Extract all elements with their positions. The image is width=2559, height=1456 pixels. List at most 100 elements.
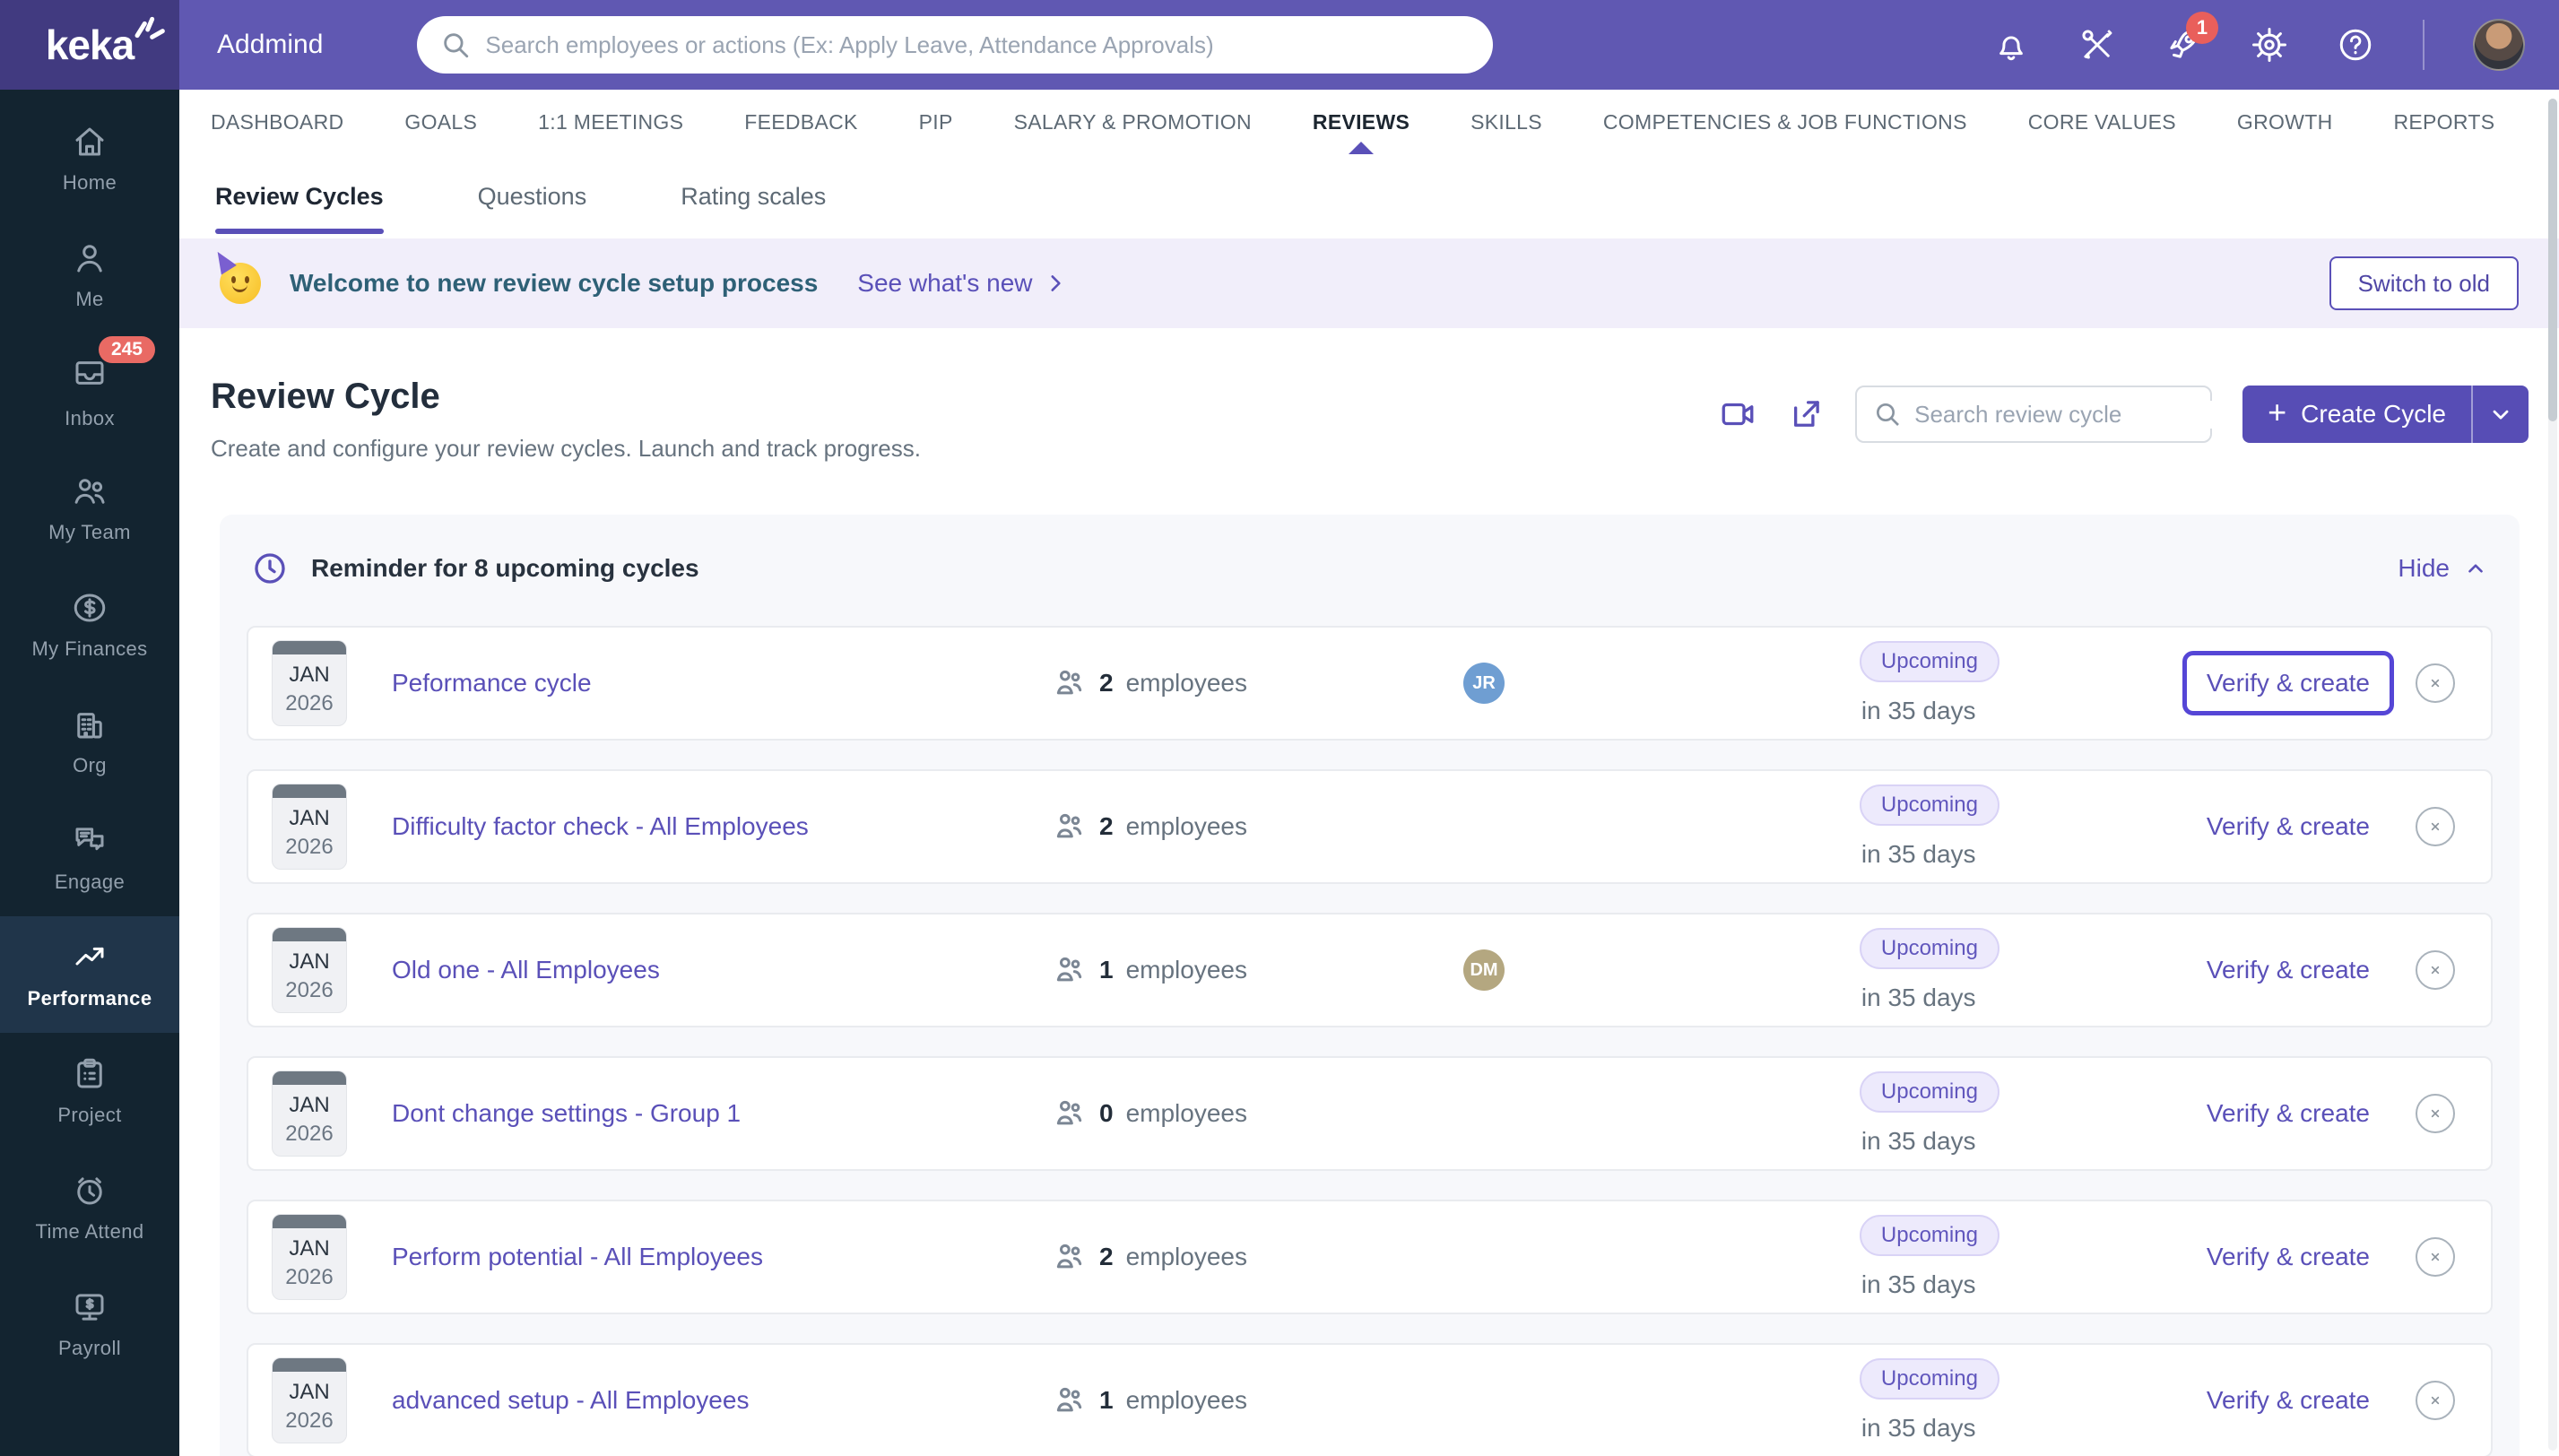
- tab-pip[interactable]: PIP: [889, 90, 984, 154]
- verify-create-link[interactable]: Verify & create: [2207, 1099, 2370, 1127]
- tab-1-1-meetings[interactable]: 1:1 MEETINGS: [507, 90, 714, 154]
- cycle-month: JAN: [289, 1093, 329, 1118]
- help-button[interactable]: [2337, 26, 2374, 64]
- see-whats-new-link[interactable]: See what's new: [857, 269, 1066, 298]
- close-icon: [2426, 1105, 2444, 1122]
- org-icon: [71, 706, 108, 743]
- verify-create-link[interactable]: Verify & create: [2207, 812, 2370, 840]
- date-chip-bar: [273, 1358, 346, 1372]
- keka-logo[interactable]: keka: [0, 0, 179, 90]
- review-cycle-search[interactable]: [1855, 386, 2212, 443]
- user-avatar[interactable]: [2473, 19, 2525, 71]
- notifications-button[interactable]: [1992, 26, 2030, 64]
- verify-create-button[interactable]: Verify & create: [2182, 938, 2394, 1002]
- sidebar-item-org[interactable]: Org: [0, 683, 179, 800]
- user-icon: [71, 239, 108, 277]
- create-cycle-dropdown-button[interactable]: [2471, 386, 2529, 443]
- subtab-review-cycles[interactable]: Review Cycles: [215, 179, 384, 214]
- sidebar-item-engage[interactable]: Engage: [0, 800, 179, 916]
- cycle-month: JAN: [289, 1236, 329, 1261]
- dismiss-cycle-button[interactable]: [2416, 1237, 2455, 1277]
- tab-growth[interactable]: GROWTH: [2207, 90, 2364, 154]
- cycle-avatar[interactable]: JR: [1463, 663, 1505, 704]
- chevron-down-icon: [2488, 402, 2513, 427]
- dismiss-cycle-button[interactable]: [2416, 950, 2455, 990]
- employee-count-value: 2: [1099, 1243, 1114, 1271]
- verify-create-link[interactable]: Verify & create: [2207, 956, 2370, 984]
- cycle-title-link[interactable]: Dont change settings - Group 1: [392, 1099, 741, 1127]
- video-tutorial-icon[interactable]: [1719, 395, 1757, 433]
- verify-create-button[interactable]: Verify & create: [2182, 1368, 2394, 1433]
- settings-button[interactable]: [2251, 26, 2288, 64]
- tab-skills[interactable]: SKILLS: [1440, 90, 1573, 154]
- cycle-title-link[interactable]: Difficulty factor check - All Employees: [392, 812, 809, 840]
- sidebar-item-time-attend[interactable]: Time Attend: [0, 1149, 179, 1266]
- cycle-title-link[interactable]: Perform potential - All Employees: [392, 1243, 763, 1270]
- tab-feedback[interactable]: FEEDBACK: [714, 90, 888, 154]
- dismiss-cycle-button[interactable]: [2416, 1381, 2455, 1420]
- cycle-avatar[interactable]: DM: [1463, 949, 1505, 991]
- sidebar-item-payroll[interactable]: Payroll: [0, 1266, 179, 1382]
- cycle-title-link[interactable]: Old one - All Employees: [392, 956, 660, 984]
- switch-to-old-button[interactable]: Switch to old: [2329, 256, 2519, 310]
- tab-competencies[interactable]: COMPETENCIES & JOB FUNCTIONS: [1573, 90, 1998, 154]
- scrollbar[interactable]: [2548, 99, 2557, 1451]
- verify-create-link[interactable]: Verify & create: [2207, 669, 2370, 697]
- topbar: keka Addmind 1: [0, 0, 2559, 90]
- verify-create-button[interactable]: Verify & create: [2182, 651, 2394, 715]
- status-badge: Upcoming: [1860, 784, 1999, 826]
- dismiss-cycle-button[interactable]: [2416, 807, 2455, 846]
- tools-button[interactable]: [2078, 26, 2116, 64]
- sidebar-item-performance[interactable]: Performance: [0, 916, 179, 1033]
- verify-create-link[interactable]: Verify & create: [2207, 1386, 2370, 1414]
- external-link-icon[interactable]: [1787, 395, 1825, 433]
- time-attend-icon: [71, 1172, 108, 1209]
- tab-reviews[interactable]: REVIEWS: [1282, 90, 1440, 154]
- tab-core-values[interactable]: CORE VALUES: [1998, 90, 2207, 154]
- review-cycle-search-input[interactable]: [1914, 401, 2215, 429]
- sidebar-item-my-team[interactable]: My Team: [0, 450, 179, 567]
- dismiss-cycle-button[interactable]: [2416, 1094, 2455, 1133]
- whats-new-button[interactable]: 1: [2164, 26, 2202, 64]
- status-badge: Upcoming: [1860, 928, 1999, 969]
- cycle-date-chip: JAN 2026: [272, 1357, 347, 1443]
- cycle-date-chip: JAN 2026: [272, 784, 347, 870]
- cycle-list: JAN 2026 Peformance cycle 2 employees JR…: [247, 626, 2493, 1456]
- create-cycle-button[interactable]: + Create Cycle: [2242, 386, 2471, 443]
- hide-reminders-link[interactable]: Hide: [2398, 554, 2487, 583]
- scrollbar-thumb[interactable]: [2548, 99, 2557, 421]
- employee-count-label: employees: [1126, 956, 1247, 984]
- subtab-rating-scales[interactable]: Rating scales: [681, 179, 826, 214]
- tab-salary-promotion[interactable]: SALARY & PROMOTION: [984, 90, 1282, 154]
- main-content: DASHBOARD GOALS 1:1 MEETINGS FEEDBACK PI…: [179, 90, 2559, 1456]
- employee-count-value: 1: [1099, 956, 1114, 984]
- global-search[interactable]: [417, 16, 1493, 74]
- tab-goals[interactable]: GOALS: [374, 90, 507, 154]
- employees-icon: [1051, 1096, 1087, 1131]
- due-text: in 35 days: [1860, 1270, 1976, 1299]
- dismiss-cycle-button[interactable]: [2416, 663, 2455, 703]
- date-chip-bar: [273, 928, 346, 941]
- active-tab-caret: [1349, 142, 1374, 154]
- cycle-title-link[interactable]: advanced setup - All Employees: [392, 1386, 749, 1414]
- verify-create-button[interactable]: Verify & create: [2182, 794, 2394, 859]
- sidebar-item-my-finances[interactable]: My Finances: [0, 567, 179, 683]
- verify-create-button[interactable]: Verify & create: [2182, 1081, 2394, 1146]
- status-badge: Upcoming: [1860, 1071, 1999, 1113]
- sidebar-item-project[interactable]: Project: [0, 1033, 179, 1149]
- verify-create-button[interactable]: Verify & create: [2182, 1225, 2394, 1289]
- reminder-title: Reminder for 8 upcoming cycles: [311, 554, 699, 583]
- tab-dashboard[interactable]: DASHBOARD: [211, 90, 374, 154]
- sidebar-item-home[interactable]: Home: [0, 100, 179, 217]
- cycle-year: 2026: [285, 835, 333, 860]
- sidebar-item-me[interactable]: Me: [0, 217, 179, 334]
- subtab-questions[interactable]: Questions: [478, 179, 587, 214]
- tab-reports[interactable]: REPORTS: [2363, 90, 2525, 154]
- employee-count-label: employees: [1126, 812, 1247, 841]
- global-search-input[interactable]: [485, 31, 1470, 59]
- sidebar-item-inbox[interactable]: 245 Inbox: [0, 334, 179, 450]
- cycle-title-link[interactable]: Peformance cycle: [392, 669, 592, 697]
- tools-icon: [2078, 26, 2116, 64]
- clock-icon: [252, 550, 288, 586]
- verify-create-link[interactable]: Verify & create: [2207, 1243, 2370, 1270]
